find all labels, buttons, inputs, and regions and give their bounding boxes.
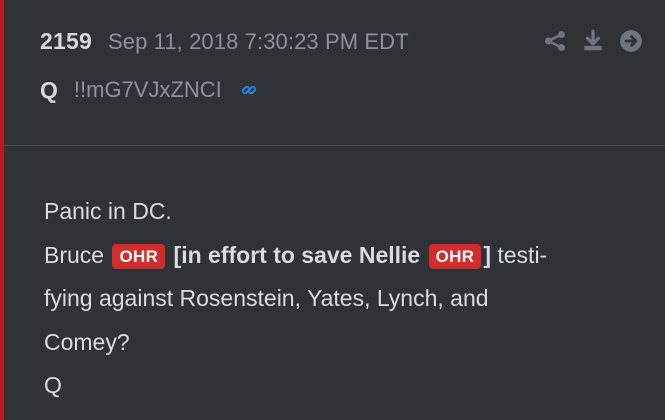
share-icon[interactable] <box>542 28 568 54</box>
post-body: Panic in DC. Bruce OHR [in effort to sav… <box>44 190 649 408</box>
arrow-right-circle-icon[interactable] <box>618 28 644 54</box>
post-number[interactable]: 2159 <box>40 28 92 55</box>
bold-message-text: [in effort to save Nellie <box>167 241 427 268</box>
post-meta: 2159 Sep 11, 2018 7:30:23 PM EDT <box>40 28 409 60</box>
message-text: Bruce <box>44 241 111 268</box>
link-icon[interactable] <box>236 77 262 103</box>
message-text: testi- <box>490 241 548 268</box>
tripcode: !!mG7VJxZNCI <box>73 77 222 102</box>
post-date: Sep 11, 2018 7:30:23 PM EDT <box>107 29 409 54</box>
author-line: Q !!mG7VJxZNCI <box>40 74 262 106</box>
bold-message-text: ] <box>483 241 491 268</box>
author-name: Q <box>40 76 58 103</box>
message-line-4: Comey? <box>44 328 130 355</box>
message-line-1: Panic in DC. <box>44 198 172 224</box>
highlight-tag: OHR <box>428 243 482 269</box>
download-icon[interactable] <box>580 28 606 54</box>
post-header: 2159 Sep 11, 2018 7:30:23 PM EDT Q !!mG7… <box>4 0 665 146</box>
message-line-5: Q <box>44 372 62 398</box>
message-line-3: fying against Rosenstein, Yates, Lynch, … <box>44 285 489 311</box>
post-actions <box>542 28 644 54</box>
message-line-2: Bruce OHR [in effort to save Nellie OHR]… <box>44 234 649 278</box>
highlight-tag: OHR <box>112 243 166 269</box>
post-card: 2159 Sep 11, 2018 7:30:23 PM EDT Q !!mG7… <box>0 0 665 420</box>
